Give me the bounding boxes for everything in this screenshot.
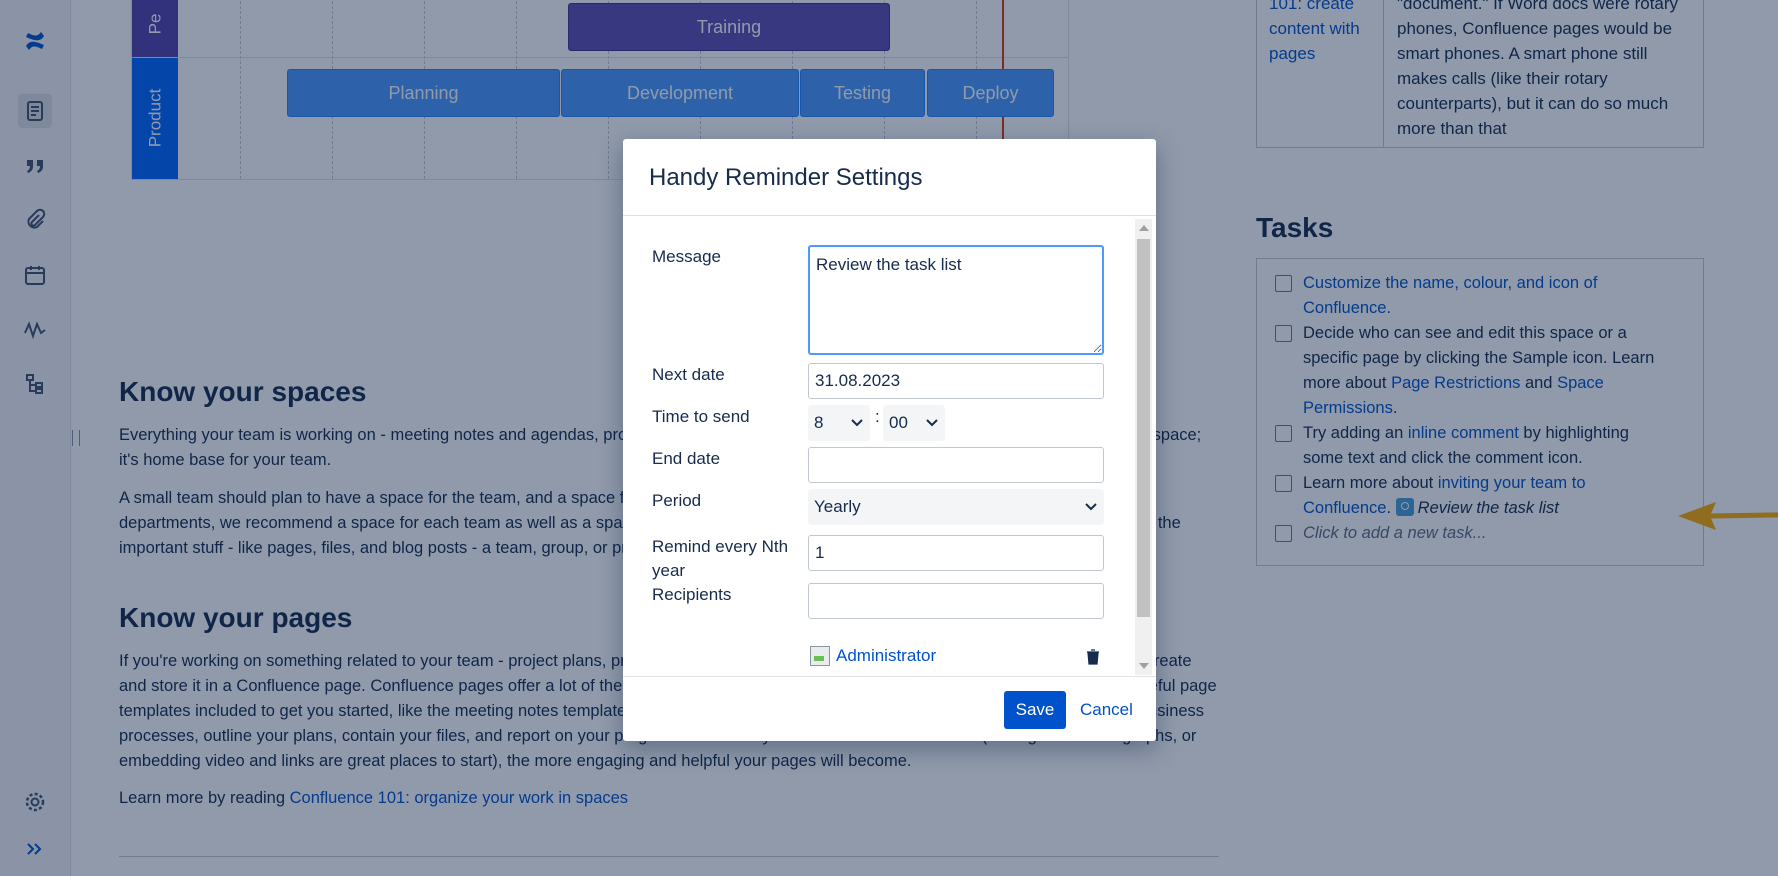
period-select[interactable]: Yearly [808,489,1104,525]
message-input[interactable]: Review the task list [808,245,1104,355]
save-button[interactable]: Save [1004,691,1066,729]
scroll-up-icon[interactable] [1139,225,1149,231]
dialog-scrollbar[interactable] [1135,219,1152,675]
minute-select[interactable]: 00 [883,405,945,441]
trash-icon[interactable] [1086,649,1100,665]
chevron-down-icon [851,419,863,427]
next-date-label: Next date [652,365,725,384]
recipients-input[interactable] [808,583,1104,619]
period-label: Period [652,491,702,510]
message-label: Message [652,247,721,266]
remind-every-label: Remind every Nth year [652,537,789,580]
scroll-thumb[interactable] [1137,239,1150,617]
recipient-item[interactable]: Administrator [810,646,936,666]
scroll-down-icon[interactable] [1139,663,1149,669]
chevron-down-icon [926,419,938,427]
chevron-down-icon [1085,503,1097,511]
time-separator: : [875,407,880,426]
hour-select[interactable]: 8 [808,405,870,441]
dialog-title: Handy Reminder Settings [649,164,923,191]
end-date-label: End date [652,449,721,468]
recipients-label: Recipients [652,585,732,604]
end-date-input[interactable] [808,447,1104,483]
dialog-body: Message Review the task list Next date T… [623,217,1133,675]
remind-every-input[interactable] [808,535,1104,571]
next-date-input[interactable] [808,363,1104,399]
avatar [810,646,830,666]
cancel-button[interactable]: Cancel [1076,691,1137,729]
time-label: Time to send [652,407,750,426]
reminder-settings-dialog: Handy Reminder Settings Message Review t… [623,139,1156,741]
